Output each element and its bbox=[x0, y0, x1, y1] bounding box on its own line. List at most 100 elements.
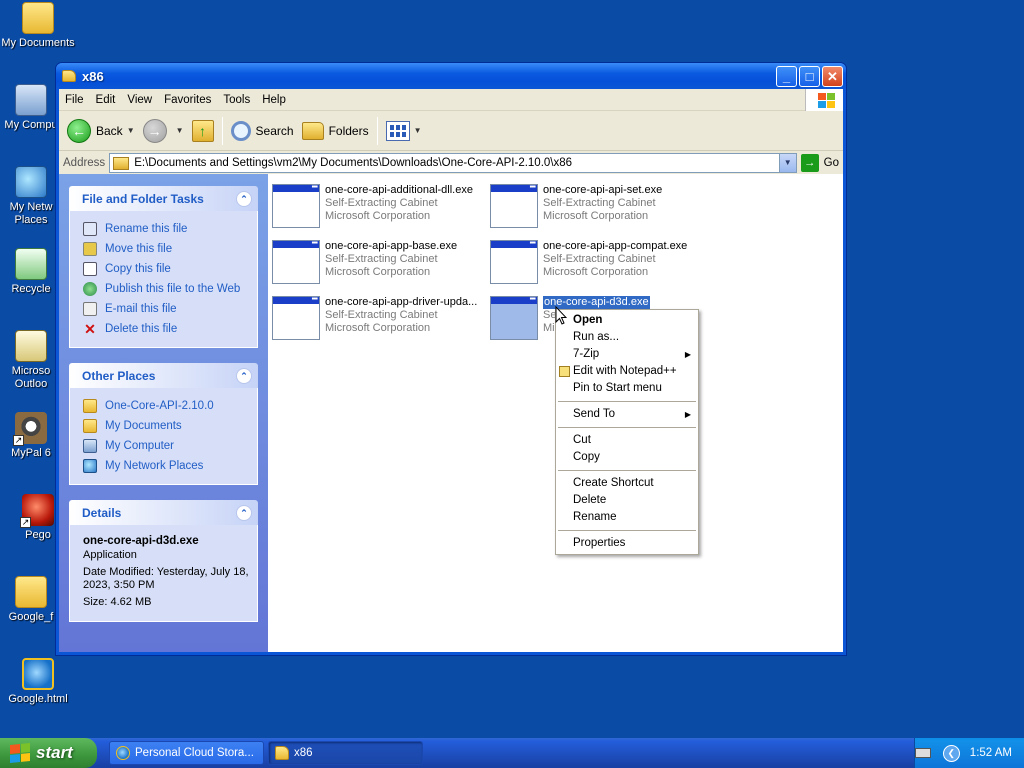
menu-pin-start[interactable]: Pin to Start menu bbox=[556, 380, 698, 397]
task-email[interactable]: E-mail this file bbox=[83, 299, 257, 319]
panel-header[interactable]: File and Folder Tasks ⌃ bbox=[69, 186, 258, 211]
file-company: Microsoft Corporation bbox=[543, 210, 649, 222]
place-network[interactable]: My Network Places bbox=[83, 456, 257, 476]
panel-header[interactable]: Other Places ⌃ bbox=[69, 363, 258, 388]
chevron-down-icon[interactable]: ▼ bbox=[414, 126, 422, 135]
maximize-button[interactable]: □ bbox=[799, 66, 820, 87]
menu-edit[interactable]: Edit bbox=[90, 94, 122, 106]
file-item[interactable]: one-core-api-app-driver-upda... Self-Ext… bbox=[272, 294, 487, 344]
pego-icon: ↗ bbox=[20, 494, 54, 528]
menu-copy[interactable]: Copy bbox=[556, 449, 698, 466]
my-computer-icon bbox=[83, 439, 97, 453]
folders-button[interactable]: Folders bbox=[298, 115, 373, 147]
views-icon bbox=[385, 120, 410, 141]
desktop-icon-my-computer[interactable]: My Compu bbox=[0, 84, 62, 132]
desktop-icon-my-documents[interactable]: My Documents bbox=[0, 2, 76, 50]
menu-rename[interactable]: Rename bbox=[556, 509, 698, 526]
task-label: Publish this file to the Web bbox=[105, 283, 241, 295]
submenu-arrow-icon: ▶ bbox=[684, 350, 691, 359]
task-delete[interactable]: ✕ Delete this file bbox=[83, 319, 257, 339]
exe-window-icon bbox=[490, 238, 538, 284]
task-copy[interactable]: Copy this file bbox=[83, 259, 257, 279]
desktop-icon-google-html[interactable]: Google.html bbox=[0, 658, 76, 706]
menu-help[interactable]: Help bbox=[256, 94, 292, 106]
toolbar-separator bbox=[376, 116, 378, 145]
menu-delete[interactable]: Delete bbox=[556, 492, 698, 509]
chevron-down-icon[interactable]: ▼ bbox=[176, 126, 184, 135]
menu-favorites[interactable]: Favorites bbox=[158, 94, 217, 106]
title-bar[interactable]: x86 _ □ ✕ bbox=[56, 63, 846, 89]
panel-header[interactable]: Details ⌃ bbox=[69, 500, 258, 525]
folder-icon bbox=[15, 576, 47, 608]
exe-window-icon bbox=[490, 182, 538, 228]
menu-label: Send To bbox=[573, 408, 615, 420]
forward-button[interactable]: → ▼ bbox=[139, 115, 188, 147]
file-item[interactable]: one-core-api-api-set.exe Self-Extracting… bbox=[490, 182, 705, 232]
collapse-chevron-icon[interactable]: ⌃ bbox=[236, 367, 252, 384]
file-type: Self-Extracting Cabinet bbox=[543, 197, 656, 209]
menu-file[interactable]: File bbox=[59, 94, 90, 106]
window-title: x86 bbox=[82, 68, 104, 84]
menu-create-shortcut[interactable]: Create Shortcut bbox=[556, 475, 698, 492]
back-button[interactable]: ← Back ▼ bbox=[63, 115, 139, 147]
folder-icon bbox=[62, 70, 76, 82]
task-publish[interactable]: Publish this file to the Web bbox=[83, 279, 257, 299]
file-item[interactable]: one-core-api-additional-dll.exe Self-Ext… bbox=[272, 182, 487, 232]
menu-edit-notepad[interactable]: Edit with Notepad++ bbox=[556, 363, 698, 380]
go-label: Go bbox=[823, 157, 839, 169]
chevron-down-icon[interactable]: ▼ bbox=[127, 126, 135, 135]
other-places-panel: Other Places ⌃ One-Core-API-2.10.0 My Do… bbox=[69, 363, 258, 485]
file-company: Microsoft Corporation bbox=[325, 322, 431, 334]
chevron-down-icon[interactable]: ▼ bbox=[778, 154, 796, 172]
up-folder-button[interactable]: ↑ bbox=[188, 115, 218, 147]
search-button[interactable]: Search bbox=[227, 115, 298, 147]
desktop-icon-mypal[interactable]: ↗ MyPal 6 bbox=[0, 412, 62, 460]
minimize-button[interactable]: _ bbox=[776, 66, 797, 87]
close-button[interactable]: ✕ bbox=[822, 66, 843, 87]
shortcut-arrow-icon: ↗ bbox=[13, 435, 24, 446]
taskbar-item-browser[interactable]: Personal Cloud Stora... bbox=[109, 741, 264, 765]
menu-open[interactable]: Open bbox=[556, 312, 698, 329]
my-documents-icon bbox=[83, 419, 97, 433]
tray-expand-icon[interactable]: ❮ bbox=[942, 744, 960, 762]
desktop-icon-label: Google.html bbox=[8, 693, 68, 705]
menu-view[interactable]: View bbox=[121, 94, 158, 106]
file-item[interactable]: one-core-api-app-base.exe Self-Extractin… bbox=[272, 238, 487, 288]
recycle-bin-icon bbox=[15, 248, 47, 280]
keyboard-icon[interactable] bbox=[915, 748, 931, 758]
menu-cut[interactable]: Cut bbox=[556, 432, 698, 449]
place-parent-folder[interactable]: One-Core-API-2.10.0 bbox=[83, 396, 257, 416]
toolbar-separator bbox=[221, 116, 223, 145]
task-rename[interactable]: Rename this file bbox=[83, 219, 257, 239]
go-button[interactable]: → Go bbox=[800, 154, 839, 172]
menu-run-as[interactable]: Run as... bbox=[556, 329, 698, 346]
menu-properties[interactable]: Properties bbox=[556, 535, 698, 552]
details-date-modified: Date Modified: Yesterday, July 18, 2023,… bbox=[83, 566, 249, 591]
file-name: one-core-api-app-driver-upda... bbox=[325, 296, 478, 308]
menu-tools[interactable]: Tools bbox=[217, 94, 256, 106]
forward-arrow-icon: → bbox=[142, 118, 167, 143]
desktop-icon-outlook[interactable]: Microso Outloo bbox=[0, 330, 62, 391]
mypal-icon: ↗ bbox=[13, 412, 47, 446]
desktop-icon-google-folder[interactable]: Google_f bbox=[0, 576, 62, 624]
place-my-documents[interactable]: My Documents bbox=[83, 416, 257, 436]
task-move[interactable]: Move this file bbox=[83, 239, 257, 259]
desktop-icon-recycle-bin[interactable]: Recycle bbox=[0, 248, 62, 296]
taskbar-item-x86[interactable]: x86 bbox=[268, 741, 423, 765]
address-input[interactable]: E:\Documents and Settings\vm2\My Documen… bbox=[109, 153, 797, 173]
clock[interactable]: 1:52 AM bbox=[970, 747, 1012, 759]
menu-7zip[interactable]: 7-Zip ▶ bbox=[556, 346, 698, 363]
file-item[interactable]: one-core-api-app-compat.exe Self-Extract… bbox=[490, 238, 705, 288]
views-button[interactable]: ▼ bbox=[382, 115, 426, 147]
place-my-computer[interactable]: My Computer bbox=[83, 436, 257, 456]
ie-icon bbox=[116, 746, 130, 760]
collapse-chevron-icon[interactable]: ⌃ bbox=[236, 504, 252, 521]
file-company: Microsoft Corporation bbox=[543, 266, 649, 278]
delete-x-icon: ✕ bbox=[84, 321, 96, 337]
desktop-icon-network-places[interactable]: My Netw Places bbox=[0, 166, 62, 227]
task-label: Delete this file bbox=[105, 323, 178, 335]
menu-send-to[interactable]: Send To ▶ bbox=[556, 406, 698, 423]
collapse-chevron-icon[interactable]: ⌃ bbox=[236, 190, 252, 207]
start-button[interactable]: start bbox=[0, 738, 97, 768]
file-company: Microsoft Corporation bbox=[325, 210, 431, 222]
